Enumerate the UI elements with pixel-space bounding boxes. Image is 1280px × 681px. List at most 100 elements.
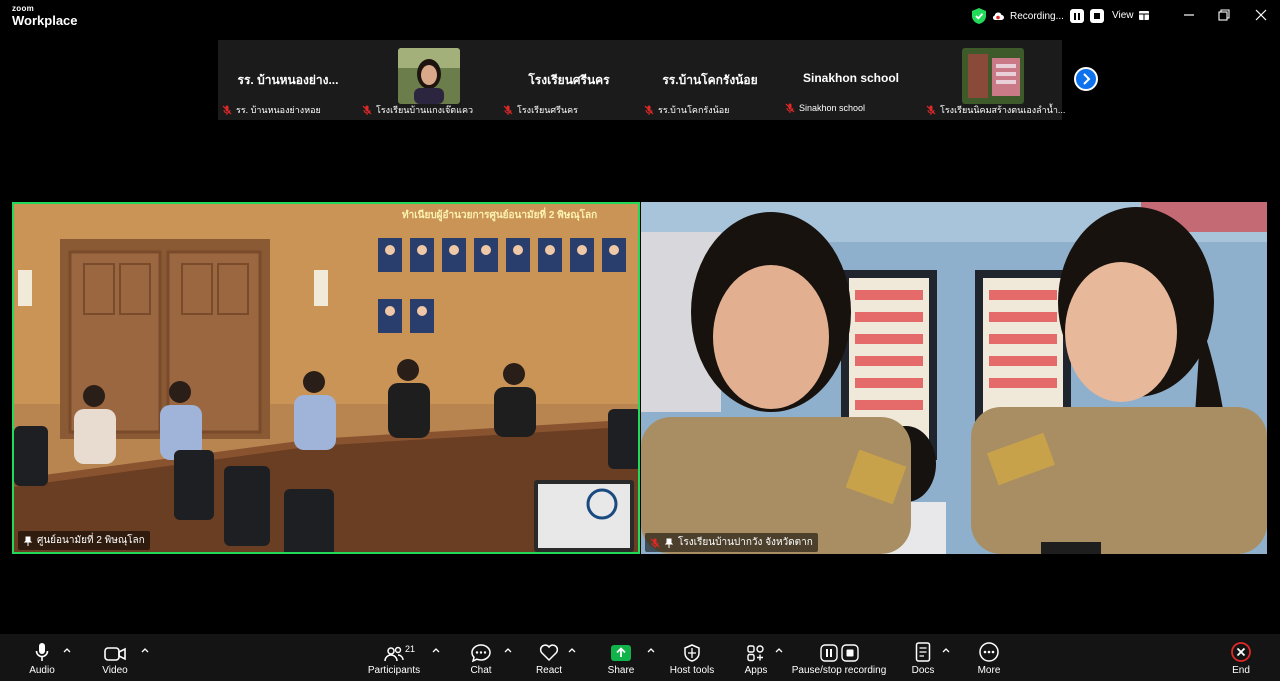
view-button[interactable]: View — [1112, 10, 1149, 21]
video-name-label: โรงเรียนบ้านปากวัง จังหวัดตาก — [645, 533, 818, 552]
participant-tile[interactable]: โรงเรียนบ้านแกงเจ๊ตแคว — [358, 40, 498, 120]
participant-tile[interactable]: รร.บ้านโคกรังน้อย รร.บ้านโคกรังน้อย — [640, 40, 780, 120]
pin-icon — [664, 538, 674, 548]
minimize-icon[interactable] — [1182, 8, 1196, 22]
chat-icon — [471, 644, 491, 662]
security-shield-icon — [972, 8, 986, 24]
audio-label: Audio — [29, 665, 55, 676]
video-camera-icon — [104, 647, 126, 661]
share-label: Share — [607, 665, 635, 676]
zoom-workplace-logo: zoom Workplace — [12, 4, 78, 28]
participants-count: 21 — [405, 644, 416, 654]
recording-indicator[interactable]: Recording... — [972, 8, 1104, 24]
chevron-up-icon[interactable] — [647, 647, 655, 653]
apps-label: Apps — [744, 665, 768, 676]
heart-icon — [539, 644, 559, 662]
participant-caption: โรงเรียนนิคมสร้างตนเองลำน้ำ... — [926, 103, 1065, 117]
participant-tile[interactable]: Sinakhon school Sinakhon school — [781, 40, 921, 120]
video-button[interactable]: Video — [97, 634, 133, 681]
share-button[interactable]: Share — [603, 634, 639, 681]
video-label: Video — [102, 665, 128, 676]
participant-tile[interactable]: รร. บ้านหนองย่าง... รร. บ้านหนองย่างหอย — [218, 40, 358, 120]
video-name-text: ศูนย์อนามัยที่ 2 พิษณุโลก — [37, 535, 145, 546]
chat-button[interactable]: Chat — [463, 634, 499, 681]
participant-caption-text: รร. บ้านหนองย่างหอย — [236, 105, 321, 115]
next-page-button[interactable] — [1074, 67, 1098, 91]
chat-label: Chat — [470, 665, 492, 676]
view-label: View — [1112, 10, 1134, 21]
participant-caption: รร. บ้านหนองย่างหอย — [222, 103, 321, 117]
logo-zoom-text: zoom — [12, 4, 35, 13]
participant-video-thumbnail — [962, 48, 1024, 104]
chevron-up-icon[interactable] — [63, 647, 71, 653]
participant-name: รร. บ้านหนองย่าง... — [237, 73, 339, 87]
participant-caption-text: Sinakhon school — [799, 103, 866, 113]
react-button[interactable]: React — [531, 634, 567, 681]
participant-name: Sinakhon school — [802, 71, 899, 85]
mic-muted-icon — [222, 105, 232, 115]
participant-tile[interactable]: โรงเรียนศรีนคร โรงเรียนศรีนคร — [499, 40, 639, 120]
participant-caption: Sinakhon school — [785, 103, 865, 113]
apps-icon — [747, 645, 764, 662]
document-icon — [915, 642, 931, 662]
pause-recording-button[interactable] — [1069, 9, 1084, 23]
docs-button[interactable]: Docs — [905, 634, 941, 681]
react-label: React — [535, 665, 563, 676]
share-screen-icon — [611, 645, 631, 661]
end-meeting-button[interactable]: End — [1223, 634, 1259, 681]
apps-button[interactable]: Apps — [738, 634, 774, 681]
more-icon — [979, 642, 999, 662]
stop-icon — [840, 644, 859, 662]
close-icon[interactable] — [1254, 8, 1268, 22]
video-name-text: โรงเรียนบ้านปากวัง จังหวัดตาก — [678, 537, 813, 548]
host-tools-label: Host tools — [669, 665, 715, 676]
mic-muted-icon — [650, 538, 660, 548]
participants-button[interactable]: Participants — [366, 634, 422, 681]
participant-video-thumbnail — [398, 48, 460, 104]
active-speaker-video[interactable]: ทำเนียบผู้อำนวยการศูนย์อนามัยที่ 2 พิษณุ… — [12, 202, 640, 554]
participant-caption-text: โรงเรียนศรีนคร — [517, 105, 578, 115]
participant-caption: โรงเรียนศรีนคร — [503, 103, 578, 117]
restore-icon[interactable] — [1217, 8, 1231, 22]
participant-name: รร.บ้านโคกรังน้อย — [662, 73, 758, 87]
stop-recording-button[interactable] — [1089, 9, 1104, 23]
host-shield-icon — [684, 644, 700, 662]
recording-label: Recording... — [1010, 10, 1064, 22]
audio-button[interactable]: Audio — [24, 634, 60, 681]
more-label: More — [977, 665, 1001, 676]
participant-tile[interactable]: โรงเรียนนิคมสร้างตนเองลำน้ำ... — [922, 40, 1065, 120]
chevron-right-icon — [1083, 73, 1091, 85]
video-name-label: ศูนย์อนามัยที่ 2 พิษณุโลก — [18, 531, 150, 550]
pin-icon — [23, 536, 33, 546]
chevron-up-icon[interactable] — [141, 647, 149, 653]
chevron-up-icon[interactable] — [942, 647, 950, 653]
meeting-toolbar: Audio Video Participants 21 Chat React S… — [0, 634, 1280, 681]
pause-stop-recording-button[interactable]: Pause/stop recording — [792, 634, 886, 681]
microphone-icon — [35, 643, 49, 661]
chevron-up-icon[interactable] — [568, 647, 576, 653]
more-button[interactable]: More — [971, 634, 1007, 681]
docs-label: Docs — [911, 665, 935, 676]
mic-muted-icon — [644, 105, 654, 115]
meeting-room-video-frame — [14, 204, 638, 552]
end-call-icon — [1231, 642, 1251, 662]
mic-muted-icon — [926, 105, 936, 115]
host-tools-button[interactable]: Host tools — [668, 634, 716, 681]
chevron-up-icon[interactable] — [504, 647, 512, 653]
mic-muted-icon — [503, 105, 513, 115]
participant-name: โรงเรียนศรีนคร — [528, 73, 610, 87]
participants-icon — [384, 646, 404, 662]
director-board-sign: ทำเนียบผู้อำนวยการศูนย์อนามัยที่ 2 พิษณุ… — [402, 210, 598, 221]
participant-caption-text: โรงเรียนนิคมสร้างตนเองลำน้ำ... — [940, 105, 1066, 115]
mic-muted-icon — [785, 103, 795, 113]
cloud-recording-icon — [993, 12, 1004, 20]
participants-label: Participants — [367, 665, 421, 676]
participant-video[interactable]: โรงเรียนบ้านปากวัง จังหวัดตาก — [641, 202, 1267, 554]
logo-workplace-text: Workplace — [12, 13, 78, 28]
participant-caption-text: โรงเรียนบ้านแกงเจ๊ตแคว — [376, 105, 474, 115]
pause-icon — [1073, 12, 1080, 20]
classroom-video-frame — [641, 202, 1267, 554]
chevron-up-icon[interactable] — [432, 647, 440, 653]
stop-icon — [1093, 13, 1100, 19]
chevron-up-icon[interactable] — [775, 647, 783, 653]
